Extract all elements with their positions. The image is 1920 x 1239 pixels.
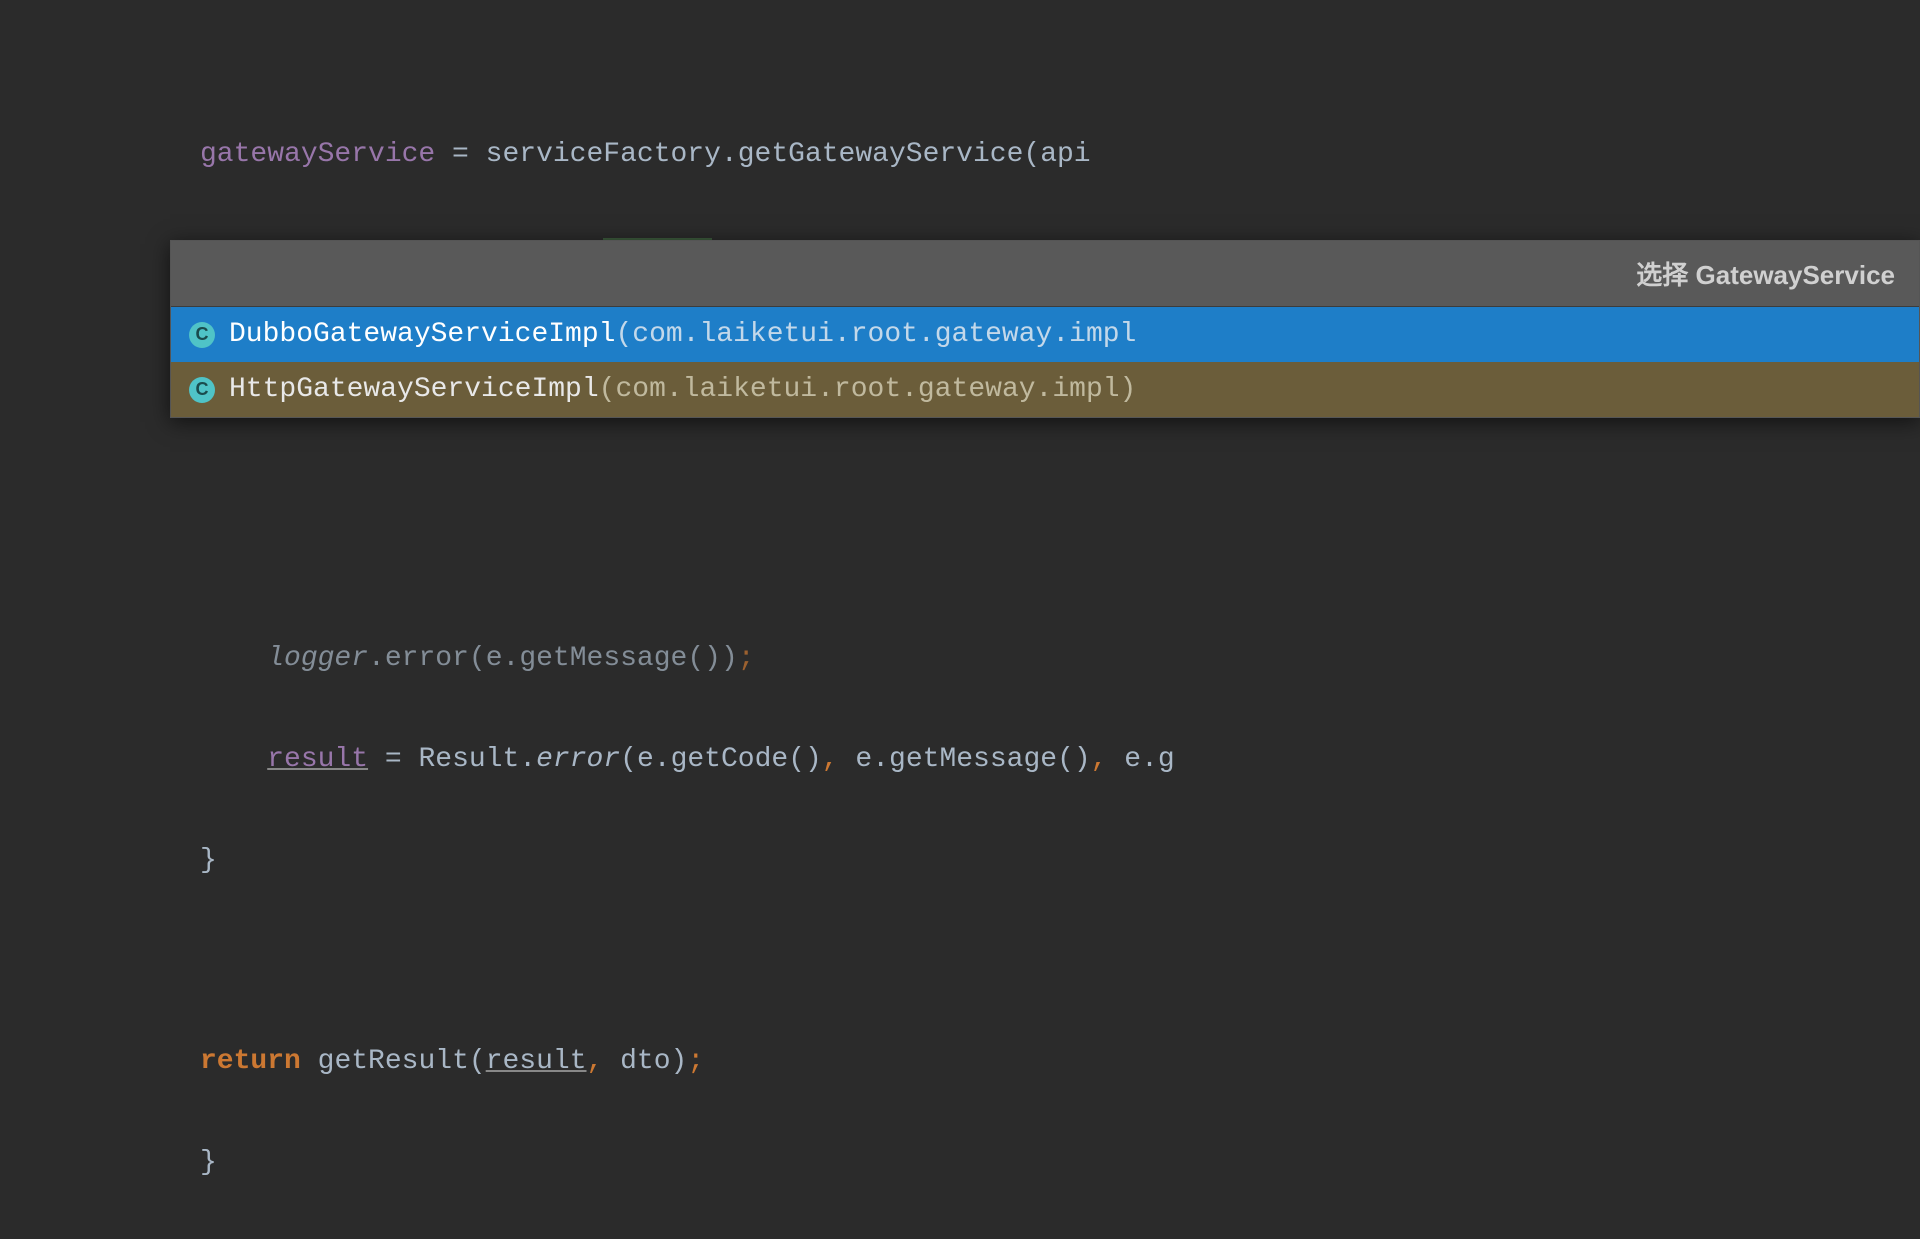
class-name: HttpGatewayServiceImpl [229, 374, 599, 405]
class-name: DubboGatewayServiceImpl [229, 319, 615, 350]
variable: gatewayService [200, 139, 435, 170]
code-line: } [200, 1138, 1920, 1188]
class-icon: C [189, 377, 215, 403]
code-line: gatewayService = serviceFactory.getGatew… [200, 130, 1920, 180]
code-line [200, 534, 1920, 584]
implementation-option-http[interactable]: C HttpGatewayServiceImpl (com.laiketui.r… [171, 362, 1919, 417]
class-icon: C [189, 322, 215, 348]
code-line [200, 937, 1920, 987]
code-line: return getResult(result, dto); [200, 1037, 1920, 1087]
code-line: } [200, 836, 1920, 886]
code-line [200, 433, 1920, 483]
code-line: result = Result.error(e.getCode(), e.get… [200, 735, 1920, 785]
class-package: (com.laiketui.root.gateway.impl [615, 319, 1136, 350]
code-editor[interactable]: gatewayService = serviceFactory.getGatew… [0, 0, 1920, 1239]
code-line: logger.error(e.getMessage()); [200, 634, 1920, 684]
implementation-chooser-popup: 选择 GatewayService C DubboGatewayServiceI… [170, 240, 1920, 418]
popup-title: 选择 GatewayService [171, 241, 1919, 307]
class-package: (com.laiketui.root.gateway.impl) [599, 374, 1137, 405]
implementation-option-dubbo[interactable]: C DubboGatewayServiceImpl (com.laiketui.… [171, 307, 1919, 362]
